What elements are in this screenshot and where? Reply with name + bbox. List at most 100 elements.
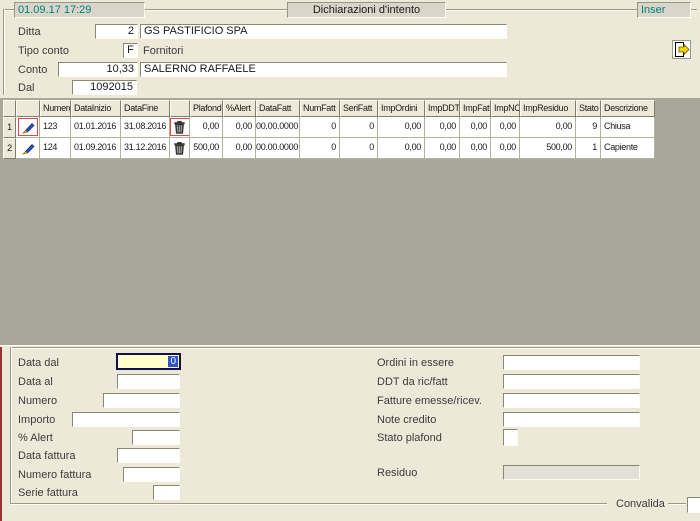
conto-label: Conto [18,64,47,76]
cell-alert[interactable]: 0,00 [223,138,256,159]
col-rowheader [3,100,16,117]
numero-input[interactable] [103,393,180,408]
cell-impresiduo[interactable]: 0,00 [520,117,576,138]
cell-datainizio[interactable]: 01.01.2016 [71,117,121,138]
table-row[interactable]: 2 124 01.09.2016 31.12.2016 [3,138,655,159]
col-stato: Stato [576,100,601,117]
filter-groupbox-bottom-border [10,503,607,505]
residuo-input [503,465,640,480]
data-fattura-input[interactable] [117,448,180,463]
trash-icon [171,119,189,135]
ditta-name-field: GS PASTIFICIO SPA [140,24,507,39]
header-groupbox-left-border [3,9,5,95]
cell-impddt[interactable]: 0,00 [425,117,460,138]
convalida-label: Convalida [613,498,668,510]
fatture-emesse-input[interactable] [503,393,640,408]
cell-serifatt[interactable]: 0 [340,117,378,138]
cell-impfatt[interactable]: 0,00 [460,117,491,138]
tipo-conto-label: Tipo conto [18,45,69,57]
cell-descrizione[interactable]: Capiente [601,138,655,159]
data-dal-input[interactable]: 0 [116,353,181,370]
alert-label: % Alert [18,432,53,444]
col-impddt: ImpDDT [425,100,460,117]
timestamp: 01.09.17 17:29 [14,2,145,18]
cell-stato[interactable]: 1 [576,138,601,159]
fatture-emesse-label: Fatture emesse/ricev. [377,395,482,407]
cell-stato[interactable]: 9 [576,117,601,138]
cell-descrizione[interactable]: Chiusa [601,117,655,138]
data-dal-label: Data dal [18,357,59,369]
col-descrizione: Descrizione [601,100,655,117]
ditta-code-field[interactable]: 2 [95,24,138,39]
cell-impresiduo[interactable]: 500,00 [520,138,576,159]
stato-plafond-input[interactable] [503,429,518,446]
cell-impordini[interactable]: 0,00 [378,138,425,159]
cell-numfatt[interactable]: 0 [300,117,340,138]
col-edit [16,100,40,117]
row-number[interactable]: 1 [3,117,16,138]
filter-groupbox-left-border [10,347,12,504]
cell-numero[interactable]: 123 [40,117,71,138]
convalida-checkbox[interactable] [687,497,700,513]
col-numfatt: NumFatt [300,100,340,117]
col-numero: Numero [40,100,71,117]
cell-plafond[interactable]: 0,00 [190,117,223,138]
cell-numero[interactable]: 124 [40,138,71,159]
cell-alert[interactable]: 0,00 [223,117,256,138]
ddt-da-ric-fatt-label: DDT da ric/fatt [377,376,448,388]
conto-code-field[interactable]: 10,33 [58,62,138,77]
cell-datafine[interactable]: 31.08.2016 [121,117,170,138]
tipo-conto-field[interactable]: F [123,43,138,58]
alert-input[interactable] [132,430,180,445]
trash-icon [171,140,189,156]
delete-row-button[interactable] [170,138,190,159]
ordini-in-essere-label: Ordini in essere [377,357,454,369]
exit-door-icon[interactable] [672,40,691,59]
cell-datafatt[interactable]: 00.00.0000 [256,138,300,159]
data-al-input[interactable] [117,374,180,389]
window-left-edge [0,347,2,521]
cell-serifatt[interactable]: 0 [340,138,378,159]
ddt-da-ric-fatt-input[interactable] [503,374,640,389]
cell-datafine[interactable]: 31.12.2016 [121,138,170,159]
pen-icon [19,140,37,156]
numero-label: Numero [18,395,57,407]
cell-impordini[interactable]: 0,00 [378,117,425,138]
note-credito-input[interactable] [503,412,640,427]
cell-impnc[interactable]: 0,00 [491,117,520,138]
filter-groupbox-bottom-border-segment [666,503,686,505]
data-al-label: Data al [18,376,53,388]
tipo-conto-desc: Fornitori [143,45,183,57]
row-number[interactable]: 2 [3,138,16,159]
edit-row-button[interactable] [16,138,40,159]
filter-groupbox-top-border [10,347,700,349]
serie-fattura-input[interactable] [153,485,180,500]
dal-label: Dal [18,82,35,94]
cell-plafond[interactable]: 500,00 [190,138,223,159]
col-impfatt: ImpFatt [460,100,491,117]
col-datafatt: DataFatt [256,100,300,117]
table-header-row: Numero DataInizio DataFine Plafond %Aler… [3,100,655,117]
col-alert: %Alert [223,100,256,117]
edit-row-button[interactable] [16,117,40,138]
delete-row-button[interactable] [170,117,190,138]
declarations-table: Numero DataInizio DataFine Plafond %Aler… [3,100,655,159]
numero-fattura-input[interactable] [123,467,180,482]
mode-indicator: Inser [637,2,691,18]
col-impresiduo: ImpResiduo [520,100,576,117]
col-delete [170,100,190,117]
dal-field[interactable]: 1092015 [72,80,137,95]
cell-impnc[interactable]: 0,00 [491,138,520,159]
cell-impddt[interactable]: 0,00 [425,138,460,159]
cell-numfatt[interactable]: 0 [300,138,340,159]
cell-datainizio[interactable]: 01.09.2016 [71,138,121,159]
table-row[interactable]: 1 123 01.01.2016 31.08.2016 [3,117,655,138]
col-impnc: ImpNC [491,100,520,117]
importo-input[interactable] [72,412,180,427]
serie-fattura-label: Serie fattura [18,487,78,499]
cell-impfatt[interactable]: 0,00 [460,138,491,159]
note-credito-label: Note credito [377,414,436,426]
ordini-in-essere-input[interactable] [503,355,640,370]
conto-name-field: SALERNO RAFFAELE [140,62,507,77]
cell-datafatt[interactable]: 00.00.0000 [256,117,300,138]
